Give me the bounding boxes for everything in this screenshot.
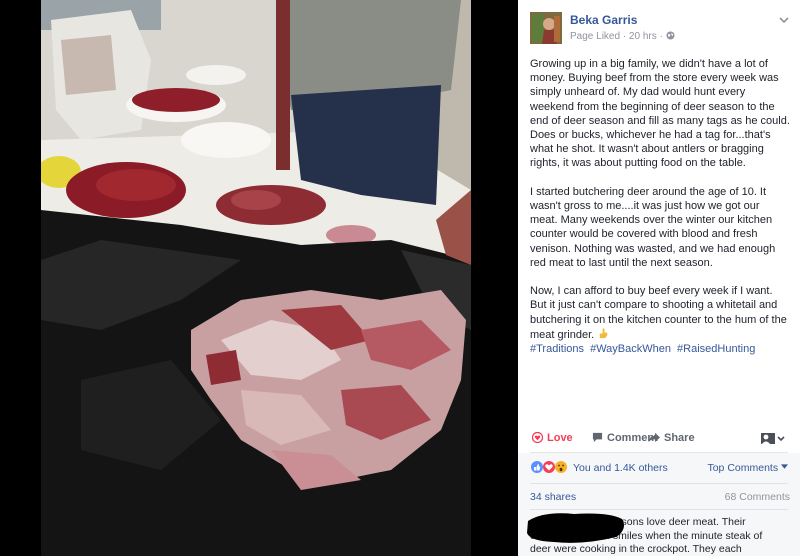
reactions-summary: You and 1.4K others Top Comments: [530, 459, 788, 477]
post-sidebar: Beka Garris Page Liked · 20 hrs · Growin…: [518, 0, 800, 556]
author-name[interactable]: Beka Garris: [570, 13, 637, 27]
share-icon: [648, 433, 660, 442]
avatar[interactable]: [530, 12, 562, 44]
post-paragraph-last: Now, I can afford to buy beef every week…: [530, 284, 790, 342]
post-paragraph: I started butchering deer around the age…: [530, 185, 776, 269]
share-label: Share: [664, 432, 695, 444]
post-paragraph-text: Now, I can afford to buy beef every week…: [530, 285, 787, 341]
pointing-hand-emoji-icon: [600, 328, 608, 338]
post-paragraph: Growing up in a big family, we didn't ha…: [530, 58, 790, 170]
chevron-down-icon[interactable]: [778, 14, 790, 26]
reaction-icons[interactable]: [530, 460, 572, 474]
action-bar: Love Comment Share: [530, 428, 788, 450]
post-meta: Page Liked · 20 hrs ·: [570, 31, 675, 42]
comment-icon: [592, 432, 603, 443]
photo-viewer: [0, 0, 518, 556]
butchering-photo: [41, 0, 471, 556]
post-body: Growing up in a big family, we didn't ha…: [530, 57, 790, 356]
hashtag-link[interactable]: #RaisedHunting: [677, 343, 755, 355]
post-header: Beka Garris Page Liked · 20 hrs ·: [530, 12, 790, 46]
hashtag-list: #Traditions #WayBackWhen #RaisedHunting: [530, 342, 790, 356]
reactions-panel: You and 1.4K others Top Comments 34 shar…: [518, 453, 800, 556]
post-photo[interactable]: [41, 0, 471, 556]
globe-icon: [666, 31, 675, 40]
love-label: Love: [547, 432, 573, 444]
divider: [530, 509, 788, 510]
top-comments-dropdown[interactable]: Top Comments: [707, 462, 788, 474]
hashtag-link[interactable]: #WayBackWhen: [590, 343, 671, 355]
share-button[interactable]: Share: [648, 432, 695, 444]
audience-selector-icon[interactable]: [760, 431, 786, 445]
reactions-count[interactable]: You and 1.4K others: [573, 462, 668, 474]
redacted-commenter-scribble: [527, 513, 624, 543]
love-button[interactable]: Love: [531, 431, 573, 444]
hashtag-link[interactable]: #Traditions: [530, 343, 584, 355]
top-comments-label: Top Comments: [707, 462, 779, 474]
post-meta-text: Page Liked · 20 hrs ·: [570, 31, 666, 42]
divider: [530, 483, 788, 484]
shares-count[interactable]: 34 shares: [530, 491, 576, 503]
caret-down-icon: [781, 464, 788, 469]
comments-count[interactable]: 68 Comments: [725, 491, 790, 503]
heart-icon: [531, 431, 544, 444]
